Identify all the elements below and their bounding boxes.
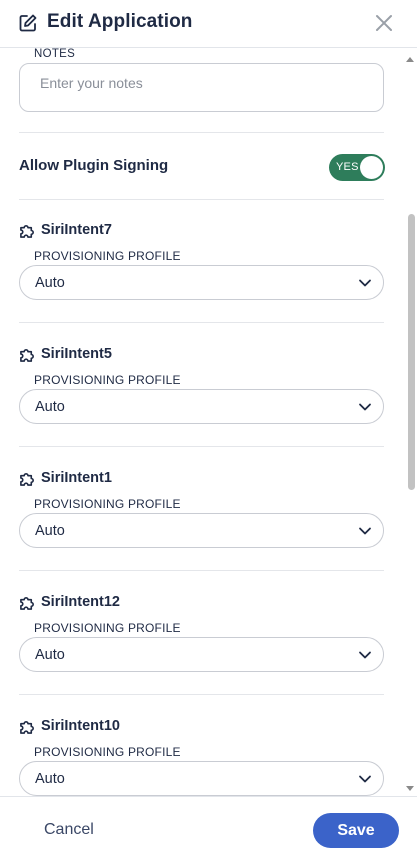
divider [19, 446, 384, 447]
scrollbar-thumb[interactable] [408, 214, 415, 490]
plugin-name: SiriIntent1 [41, 470, 112, 486]
edit-icon [19, 14, 37, 32]
provisioning-profile-value: Auto [35, 399, 65, 415]
provisioning-profile-select[interactable]: Auto [19, 513, 384, 548]
plugin-name: SiriIntent7 [41, 222, 112, 238]
provisioning-profile-select[interactable]: Auto [19, 265, 384, 300]
notes-label: NOTES [34, 48, 76, 60]
plugin-name: SiriIntent10 [41, 718, 120, 734]
plugin-name: SiriIntent5 [41, 346, 112, 362]
toggle-knob [360, 156, 383, 179]
notes-field-container[interactable] [19, 63, 384, 112]
plugin-item: SiriIntent1 PROVISIONING PROFILE Auto [0, 470, 417, 594]
dialog-footer: Cancel Save [0, 796, 417, 863]
puzzle-icon [20, 597, 34, 610]
save-button[interactable]: Save [313, 813, 399, 848]
provisioning-profile-label: PROVISIONING PROFILE [34, 497, 181, 511]
provisioning-profile-label: PROVISIONING PROFILE [34, 249, 181, 263]
puzzle-icon [20, 721, 34, 734]
chevron-down-icon [359, 527, 371, 535]
chevron-down-icon [359, 651, 371, 659]
close-icon[interactable] [372, 11, 396, 35]
toggle-state-text: YES [336, 161, 359, 173]
divider [19, 132, 384, 133]
provisioning-profile-select[interactable]: Auto [19, 389, 384, 424]
provisioning-profile-select[interactable]: Auto [19, 637, 384, 672]
dialog-header: Edit Application [0, 0, 417, 48]
dialog-title: Edit Application [47, 11, 193, 32]
chevron-down-icon [359, 775, 371, 783]
divider [19, 322, 384, 323]
plugin-signing-toggle[interactable]: YES [329, 154, 385, 181]
divider [19, 694, 384, 695]
puzzle-icon [20, 225, 34, 238]
puzzle-icon [20, 473, 34, 486]
provisioning-profile-value: Auto [35, 523, 65, 539]
plugin-name: SiriIntent12 [41, 594, 120, 610]
plugin-item: SiriIntent10 PROVISIONING PROFILE Auto [0, 718, 417, 796]
plugin-item: SiriIntent12 PROVISIONING PROFILE Auto [0, 594, 417, 718]
divider [19, 570, 384, 571]
plugin-signing-label: Allow Plugin Signing [19, 157, 169, 174]
plugin-item: SiriIntent5 PROVISIONING PROFILE Auto [0, 346, 417, 470]
scroll-up-arrow-icon[interactable] [406, 57, 414, 62]
provisioning-profile-label: PROVISIONING PROFILE [34, 745, 181, 759]
chevron-down-icon [359, 403, 371, 411]
notes-input[interactable] [40, 75, 360, 101]
puzzle-icon [20, 349, 34, 362]
dialog-scroll-area[interactable]: NOTES Allow Plugin Signing YES SiriInten… [0, 48, 417, 796]
chevron-down-icon [359, 279, 371, 287]
provisioning-profile-value: Auto [35, 771, 65, 787]
provisioning-profile-value: Auto [35, 275, 65, 291]
scroll-down-arrow-icon[interactable] [406, 786, 414, 791]
provisioning-profile-select[interactable]: Auto [19, 761, 384, 796]
divider [19, 199, 384, 200]
provisioning-profile-label: PROVISIONING PROFILE [34, 621, 181, 635]
provisioning-profile-label: PROVISIONING PROFILE [34, 373, 181, 387]
provisioning-profile-value: Auto [35, 647, 65, 663]
cancel-button[interactable]: Cancel [44, 821, 94, 839]
plugin-item: SiriIntent7 PROVISIONING PROFILE Auto [0, 222, 417, 346]
